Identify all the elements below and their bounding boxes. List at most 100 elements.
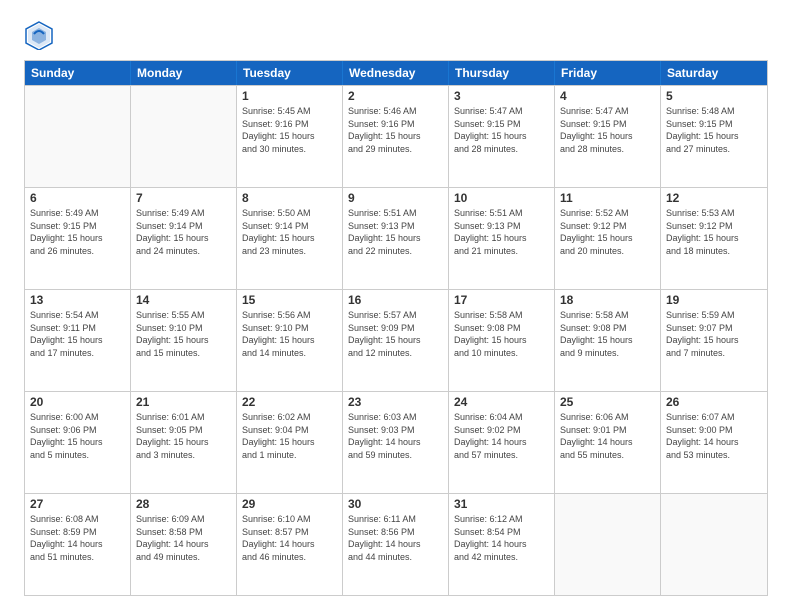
day-number: 30 (348, 497, 443, 511)
day-number: 9 (348, 191, 443, 205)
calendar-day-17: 17Sunrise: 5:58 AM Sunset: 9:08 PM Dayli… (449, 290, 555, 391)
day-number: 3 (454, 89, 549, 103)
calendar-header-wednesday: Wednesday (343, 61, 449, 85)
calendar-body: 1 Sunrise: 5:45 AM Sunset: 9:16 PM Daylig… (25, 85, 767, 595)
day-detail: Sunrise: 6:10 AM Sunset: 8:57 PM Dayligh… (242, 513, 337, 563)
day-number: 21 (136, 395, 231, 409)
calendar-day-15: 15 Sunrise: 5:56 AM Sunset: 9:10 PM Dayli… (237, 290, 343, 391)
calendar-day-7: 7 Sunrise: 5:49 AM Sunset: 9:14 PM Daylig… (131, 188, 237, 289)
calendar-day-5: 5 Sunrise: 5:48 AM Sunset: 9:15 PM Daylig… (661, 86, 767, 187)
calendar-empty-cell (661, 494, 767, 595)
calendar-day-24: 24 Sunrise: 6:04 AM Sunset: 9:02 PM Dayli… (449, 392, 555, 493)
day-detail: Sunrise: 5:54 AM Sunset: 9:11 PM Dayligh… (30, 309, 125, 359)
day-detail: Sunrise: 5:49 AM Sunset: 9:14 PM Dayligh… (136, 207, 231, 257)
day-number: 22 (242, 395, 337, 409)
day-detail: Sunrise: 5:47 AM Sunset: 9:15 PM Dayligh… (454, 105, 549, 155)
calendar-day-14: 14 Sunrise: 5:55 AM Sunset: 9:10 PM Dayli… (131, 290, 237, 391)
calendar-day-30: 30 Sunrise: 6:11 AM Sunset: 8:56 PM Dayli… (343, 494, 449, 595)
header (24, 20, 768, 50)
day-detail: Sunrise: 5:51 AM Sunset: 9:13 PM Dayligh… (348, 207, 443, 257)
calendar-day-11: 11Sunrise: 5:52 AM Sunset: 9:12 PM Dayli… (555, 188, 661, 289)
calendar-header-tuesday: Tuesday (237, 61, 343, 85)
day-detail: Sunrise: 5:57 AM Sunset: 9:09 PM Dayligh… (348, 309, 443, 359)
calendar-empty-cell (131, 86, 237, 187)
calendar-header-monday: Monday (131, 61, 237, 85)
day-detail: Sunrise: 5:45 AM Sunset: 9:16 PM Dayligh… (242, 105, 337, 155)
day-number: 20 (30, 395, 125, 409)
day-number: 13 (30, 293, 125, 307)
day-number: 24 (454, 395, 549, 409)
calendar-day-16: 16 Sunrise: 5:57 AM Sunset: 9:09 PM Dayli… (343, 290, 449, 391)
day-detail: Sunrise: 5:58 AM Sunset: 9:08 PM Dayligh… (560, 309, 655, 359)
calendar-day-13: 13 Sunrise: 5:54 AM Sunset: 9:11 PM Dayli… (25, 290, 131, 391)
day-number: 5 (666, 89, 762, 103)
calendar-day-6: 6 Sunrise: 5:49 AM Sunset: 9:15 PM Daylig… (25, 188, 131, 289)
calendar-day-10: 10 Sunrise: 5:51 AM Sunset: 9:13 PM Dayli… (449, 188, 555, 289)
calendar-day-20: 20 Sunrise: 6:00 AM Sunset: 9:06 PM Dayli… (25, 392, 131, 493)
calendar-header-saturday: Saturday (661, 61, 767, 85)
day-number: 16 (348, 293, 443, 307)
day-detail: Sunrise: 6:12 AM Sunset: 8:54 PM Dayligh… (454, 513, 549, 563)
day-number: 15 (242, 293, 337, 307)
calendar-week-5: 27 Sunrise: 6:08 AM Sunset: 8:59 PM Dayli… (25, 493, 767, 595)
calendar-day-2: 2 Sunrise: 5:46 AM Sunset: 9:16 PM Daylig… (343, 86, 449, 187)
calendar-day-12: 12Sunrise: 5:53 AM Sunset: 9:12 PM Dayli… (661, 188, 767, 289)
logo-icon (24, 20, 54, 50)
day-detail: Sunrise: 5:50 AM Sunset: 9:14 PM Dayligh… (242, 207, 337, 257)
day-number: 23 (348, 395, 443, 409)
day-number: 4 (560, 89, 655, 103)
day-number: 26 (666, 395, 762, 409)
day-number: 19 (666, 293, 762, 307)
day-detail: Sunrise: 6:00 AM Sunset: 9:06 PM Dayligh… (30, 411, 125, 461)
calendar-day-31: 31 Sunrise: 6:12 AM Sunset: 8:54 PM Dayli… (449, 494, 555, 595)
day-detail: Sunrise: 6:07 AM Sunset: 9:00 PM Dayligh… (666, 411, 762, 461)
calendar-week-4: 20 Sunrise: 6:00 AM Sunset: 9:06 PM Dayli… (25, 391, 767, 493)
day-number: 11 (560, 191, 655, 205)
day-number: 8 (242, 191, 337, 205)
day-number: 7 (136, 191, 231, 205)
calendar-day-8: 8 Sunrise: 5:50 AM Sunset: 9:14 PM Daylig… (237, 188, 343, 289)
day-detail: Sunrise: 5:48 AM Sunset: 9:15 PM Dayligh… (666, 105, 762, 155)
calendar-empty-cell (25, 86, 131, 187)
page: SundayMondayTuesdayWednesdayThursdayFrid… (0, 0, 792, 612)
calendar-day-4: 4Sunrise: 5:47 AM Sunset: 9:15 PM Daylig… (555, 86, 661, 187)
day-detail: Sunrise: 5:56 AM Sunset: 9:10 PM Dayligh… (242, 309, 337, 359)
day-detail: Sunrise: 6:08 AM Sunset: 8:59 PM Dayligh… (30, 513, 125, 563)
day-detail: Sunrise: 6:03 AM Sunset: 9:03 PM Dayligh… (348, 411, 443, 461)
day-detail: Sunrise: 5:46 AM Sunset: 9:16 PM Dayligh… (348, 105, 443, 155)
calendar-header-thursday: Thursday (449, 61, 555, 85)
day-detail: Sunrise: 6:06 AM Sunset: 9:01 PM Dayligh… (560, 411, 655, 461)
calendar-week-1: 1 Sunrise: 5:45 AM Sunset: 9:16 PM Daylig… (25, 85, 767, 187)
day-detail: Sunrise: 5:55 AM Sunset: 9:10 PM Dayligh… (136, 309, 231, 359)
calendar-day-3: 3 Sunrise: 5:47 AM Sunset: 9:15 PM Daylig… (449, 86, 555, 187)
day-detail: Sunrise: 6:02 AM Sunset: 9:04 PM Dayligh… (242, 411, 337, 461)
calendar-day-21: 21 Sunrise: 6:01 AM Sunset: 9:05 PM Dayli… (131, 392, 237, 493)
day-number: 6 (30, 191, 125, 205)
day-number: 18 (560, 293, 655, 307)
day-detail: Sunrise: 6:01 AM Sunset: 9:05 PM Dayligh… (136, 411, 231, 461)
calendar: SundayMondayTuesdayWednesdayThursdayFrid… (24, 60, 768, 596)
calendar-day-25: 25 Sunrise: 6:06 AM Sunset: 9:01 PM Dayli… (555, 392, 661, 493)
day-number: 1 (242, 89, 337, 103)
calendar-day-29: 29Sunrise: 6:10 AM Sunset: 8:57 PM Dayli… (237, 494, 343, 595)
day-detail: Sunrise: 5:51 AM Sunset: 9:13 PM Dayligh… (454, 207, 549, 257)
day-detail: Sunrise: 6:11 AM Sunset: 8:56 PM Dayligh… (348, 513, 443, 563)
day-number: 25 (560, 395, 655, 409)
calendar-day-22: 22 Sunrise: 6:02 AM Sunset: 9:04 PM Dayli… (237, 392, 343, 493)
day-number: 14 (136, 293, 231, 307)
calendar-day-19: 19 Sunrise: 5:59 AM Sunset: 9:07 PM Dayli… (661, 290, 767, 391)
day-number: 27 (30, 497, 125, 511)
day-number: 10 (454, 191, 549, 205)
day-number: 12 (666, 191, 762, 205)
day-detail: Sunrise: 5:58 AM Sunset: 9:08 PM Dayligh… (454, 309, 549, 359)
calendar-day-1: 1 Sunrise: 5:45 AM Sunset: 9:16 PM Daylig… (237, 86, 343, 187)
day-number: 31 (454, 497, 549, 511)
day-detail: Sunrise: 5:59 AM Sunset: 9:07 PM Dayligh… (666, 309, 762, 359)
day-detail: Sunrise: 5:49 AM Sunset: 9:15 PM Dayligh… (30, 207, 125, 257)
day-number: 2 (348, 89, 443, 103)
calendar-header-sunday: Sunday (25, 61, 131, 85)
calendar-day-9: 9 Sunrise: 5:51 AM Sunset: 9:13 PM Daylig… (343, 188, 449, 289)
calendar-week-2: 6 Sunrise: 5:49 AM Sunset: 9:15 PM Daylig… (25, 187, 767, 289)
day-detail: Sunrise: 6:04 AM Sunset: 9:02 PM Dayligh… (454, 411, 549, 461)
day-detail: Sunrise: 6:09 AM Sunset: 8:58 PM Dayligh… (136, 513, 231, 563)
